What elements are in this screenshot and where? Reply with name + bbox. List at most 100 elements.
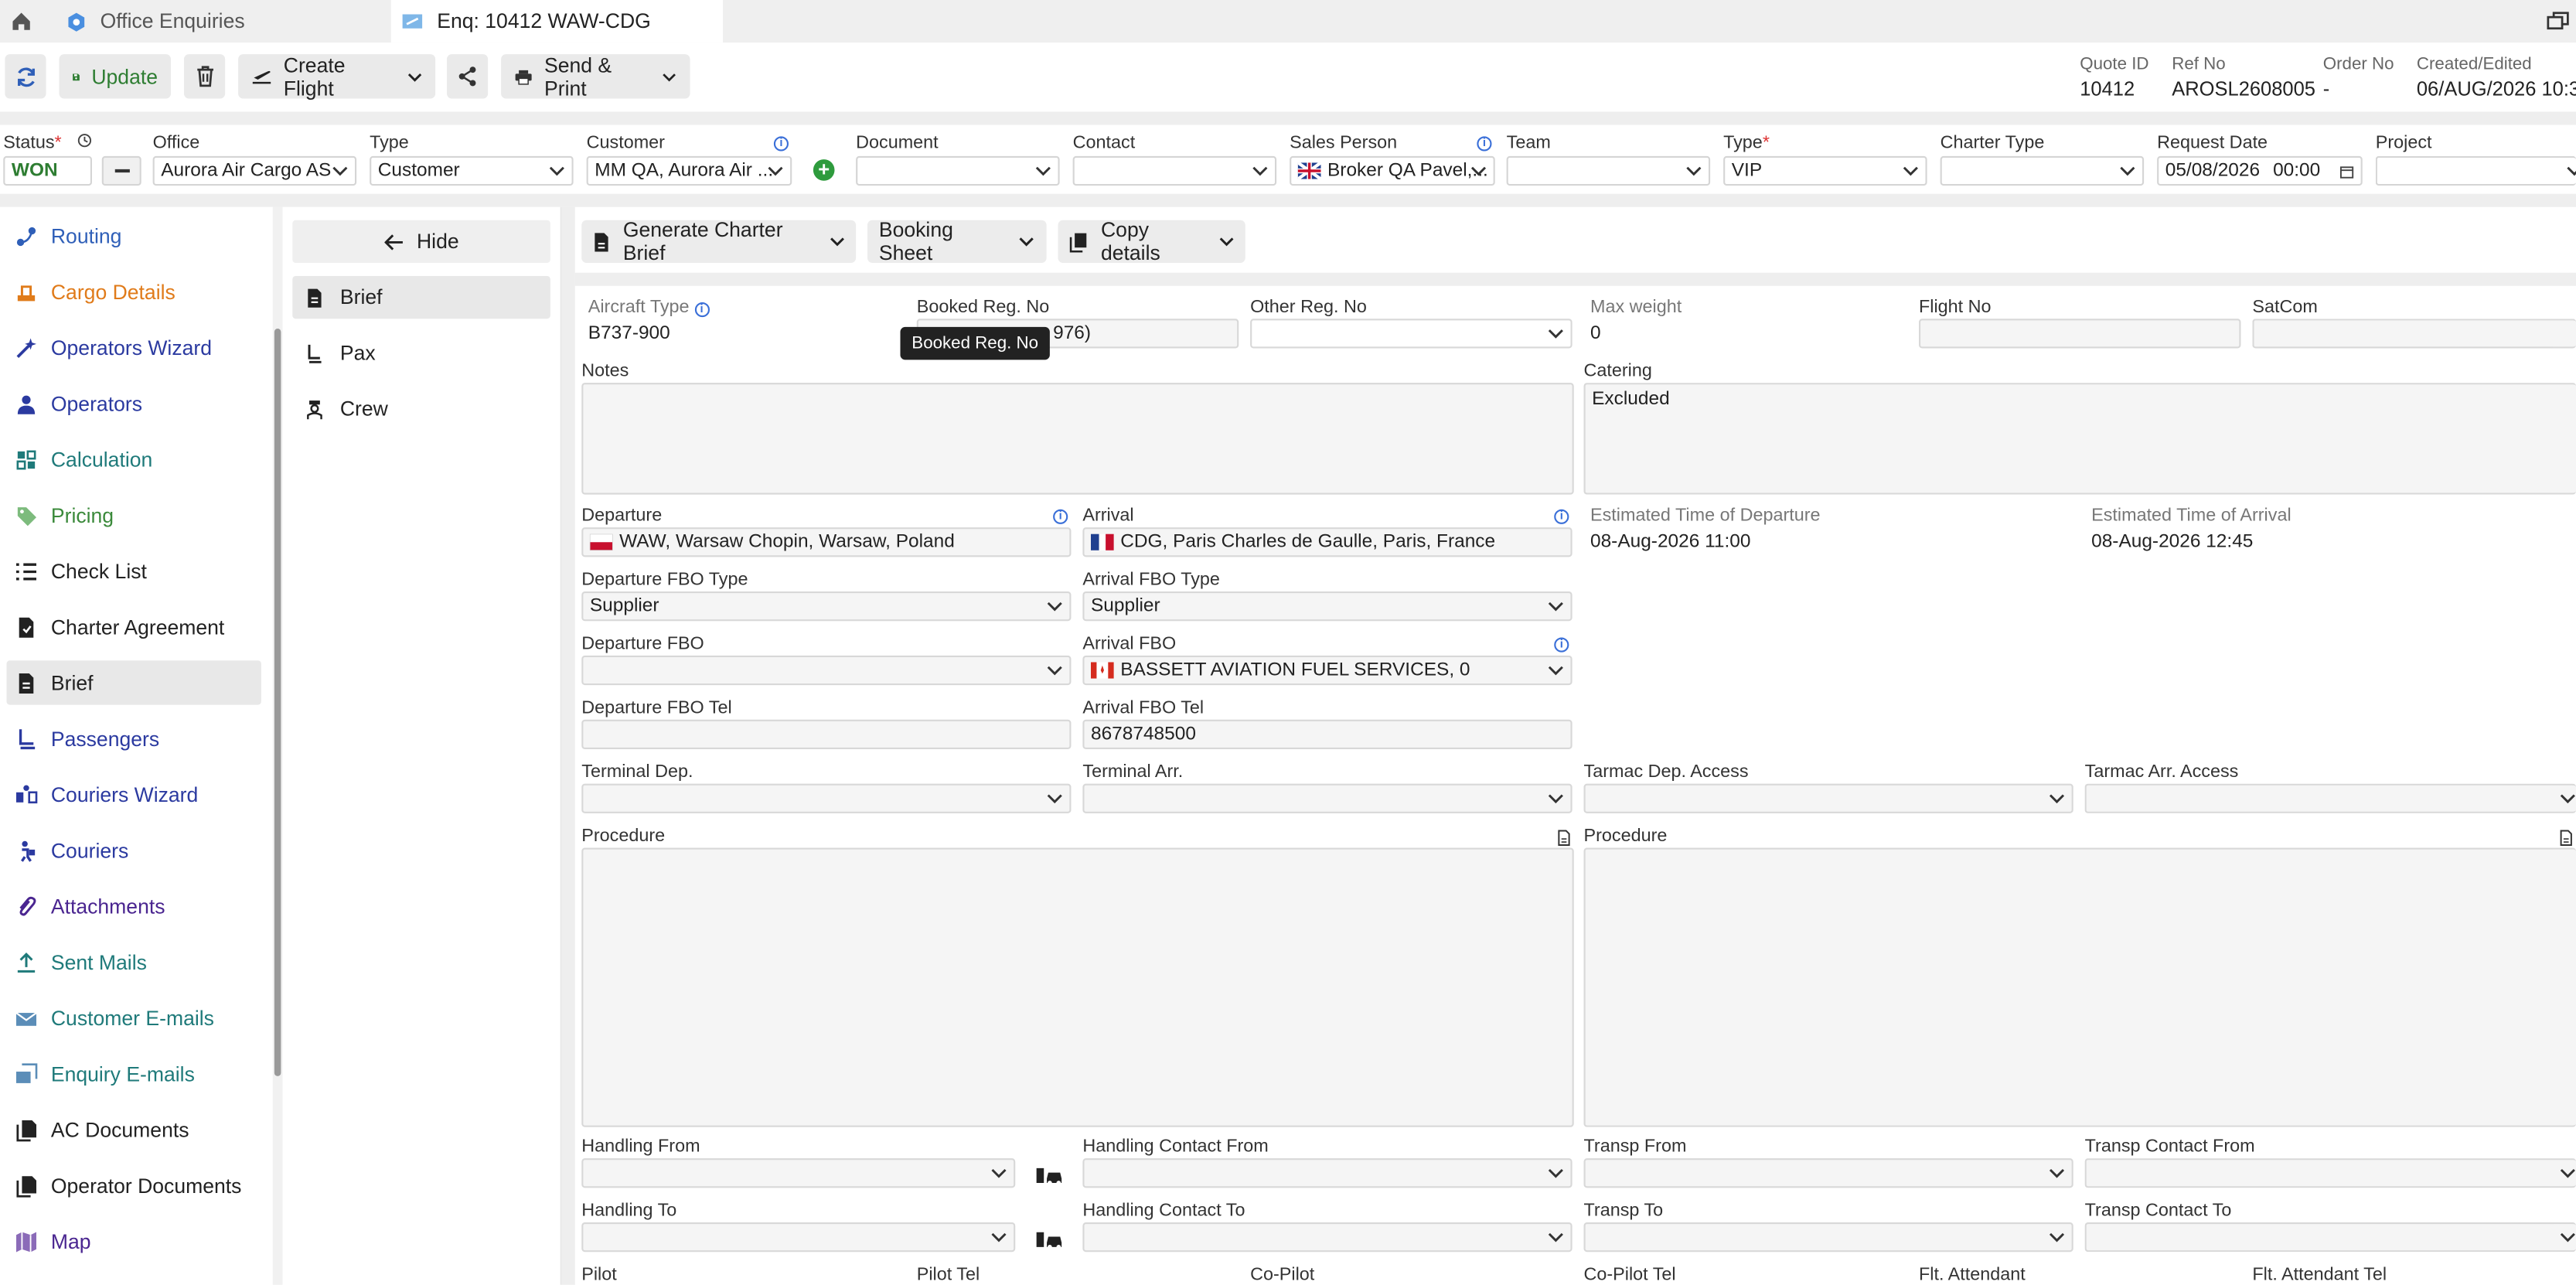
- nav-operators[interactable]: Operators: [7, 381, 261, 425]
- nav-operators-wizard[interactable]: Operators Wizard: [7, 326, 261, 370]
- document-select[interactable]: [856, 155, 1060, 186]
- tarmac-dep-select[interactable]: [1583, 783, 2073, 813]
- created-value: 06/AUG/2026 10:30: [2416, 77, 2576, 101]
- sales-person-select[interactable]: Broker QA Pavel,...: [1290, 155, 1495, 186]
- create-flight-button[interactable]: Create Flight: [238, 53, 436, 100]
- history-icon[interactable]: [77, 133, 91, 148]
- procedure-dep-textarea[interactable]: [581, 847, 1574, 1127]
- arr-fbo-type-select[interactable]: Supplier: [1082, 591, 1573, 622]
- info-icon[interactable]: i: [1554, 637, 1569, 653]
- charter-type-select[interactable]: [1940, 155, 2145, 186]
- nav-label: Couriers Wizard: [50, 782, 199, 806]
- subnav-pax[interactable]: Pax: [292, 332, 550, 374]
- refresh-button[interactable]: [5, 54, 46, 99]
- nav-ac-documents[interactable]: AC Documents: [7, 1107, 261, 1151]
- type2-select[interactable]: VIP: [1723, 155, 1927, 186]
- transp-to-select[interactable]: [1583, 1222, 2073, 1253]
- send-print-button[interactable]: Send & Print: [501, 53, 690, 100]
- contact-select[interactable]: [1072, 155, 1277, 186]
- nav-couriers[interactable]: Couriers: [7, 828, 261, 872]
- team-label: Team: [1506, 133, 1551, 153]
- request-date-input[interactable]: 05/08/2026 00:00: [2157, 155, 2363, 186]
- office-select[interactable]: Aurora Air Cargo AS: [152, 155, 357, 186]
- pdf-icon[interactable]: [2560, 830, 2573, 847]
- dep-fbo-select[interactable]: [581, 655, 1072, 686]
- copy-details-button[interactable]: Copy details: [1058, 219, 1245, 264]
- nav-enquiry-emails[interactable]: Enquiry E-mails: [7, 1052, 261, 1096]
- terminal-arr-select[interactable]: [1082, 783, 1573, 813]
- car-button[interactable]: [1028, 1158, 1069, 1191]
- info-icon[interactable]: i: [1477, 136, 1492, 152]
- notes-textarea[interactable]: [581, 383, 1574, 495]
- transp-contact-from-select[interactable]: [2084, 1158, 2576, 1188]
- info-icon[interactable]: i: [1554, 509, 1569, 524]
- procedure-arr-textarea[interactable]: [1583, 847, 2576, 1127]
- generate-charter-brief-button[interactable]: Generate Charter Brief: [581, 219, 857, 264]
- nav-map[interactable]: Map: [7, 1219, 261, 1263]
- nav-sent-mails[interactable]: Sent Mails: [7, 940, 261, 984]
- home-tab[interactable]: [10, 0, 43, 43]
- delete-button[interactable]: [184, 54, 226, 99]
- nav-pricing[interactable]: Pricing: [7, 493, 261, 537]
- arr-fbo-tel-input[interactable]: 8678748500: [1082, 719, 1573, 749]
- tab-office-enquiries[interactable]: Office Enquiries: [49, 0, 388, 43]
- info-icon[interactable]: i: [773, 136, 789, 152]
- scrollbar-thumb[interactable]: [274, 329, 281, 1076]
- transp-from-label: Transp From: [1583, 1137, 1687, 1157]
- nav-couriers-wizard[interactable]: Couriers Wizard: [7, 772, 261, 816]
- nav-customer-emails[interactable]: Customer E-mails: [7, 996, 261, 1040]
- nav-attachments[interactable]: Attachments: [7, 884, 261, 928]
- dep-fbo-type-select[interactable]: Supplier: [581, 591, 1072, 622]
- catering-textarea[interactable]: Excluded: [1583, 383, 2576, 495]
- handling-contact-from-select[interactable]: [1082, 1158, 1573, 1188]
- transp-contact-to-select[interactable]: [2084, 1222, 2576, 1253]
- update-button[interactable]: Update: [59, 54, 171, 99]
- type-select[interactable]: Customer: [370, 155, 574, 186]
- share-button[interactable]: [447, 54, 489, 99]
- project-select[interactable]: [2375, 155, 2576, 186]
- tarmac-arr-select[interactable]: [2084, 783, 2576, 813]
- subnav-crew[interactable]: Crew: [292, 388, 550, 431]
- nav-label: Operators Wizard: [50, 336, 213, 360]
- nav-passengers[interactable]: Passengers: [7, 717, 261, 761]
- eta-label: Estimated Time of Arrival: [2091, 506, 2291, 527]
- info-icon[interactable]: i: [1053, 509, 1068, 524]
- info-icon[interactable]: i: [694, 302, 710, 318]
- customer-select[interactable]: MM QA, Aurora Air ...: [586, 155, 792, 186]
- departure-field[interactable]: WAW, Warsaw Chopin, Warsaw, Poland: [581, 527, 1072, 557]
- nav-calculation[interactable]: Calculation: [7, 437, 261, 481]
- status-field[interactable]: WON: [3, 155, 92, 186]
- nav-cargo-details[interactable]: Cargo Details: [7, 270, 261, 314]
- add-customer-icon[interactable]: +: [813, 158, 835, 181]
- flight-no-input[interactable]: [1919, 319, 2241, 349]
- handling-to-select[interactable]: [581, 1222, 1016, 1253]
- map-icon: [15, 1231, 37, 1252]
- terminal-dep-select[interactable]: [581, 783, 1072, 813]
- nav-check-list[interactable]: Check List: [7, 549, 261, 593]
- chevron-down-icon: [2560, 1168, 2575, 1178]
- window-restore-button[interactable]: [2547, 0, 2576, 43]
- procedure2-label: Procedure: [1584, 827, 2576, 847]
- eta-value: 08-Aug-2026 12:45: [2091, 532, 2254, 553]
- nav-brief[interactable]: Brief: [6, 660, 261, 705]
- subnav-brief[interactable]: Brief: [292, 276, 550, 319]
- arr-fbo-select[interactable]: BASSETT AVIATION FUEL SERVICES, 0: [1082, 655, 1573, 686]
- nav-routing[interactable]: Routing: [7, 213, 261, 257]
- hide-button[interactable]: Hide: [292, 220, 550, 263]
- car-button[interactable]: [1028, 1222, 1069, 1256]
- dep-fbo-tel-input[interactable]: [581, 719, 1072, 749]
- handling-contact-to-select[interactable]: [1082, 1222, 1573, 1253]
- nav-charter-agreement[interactable]: Charter Agreement: [7, 605, 261, 649]
- pdf-icon[interactable]: [1558, 830, 1571, 847]
- tab-enquiry[interactable]: Enq: 10412 WAW-CDG: [390, 0, 723, 43]
- transp-from-select[interactable]: [1583, 1158, 2073, 1188]
- satcom-input[interactable]: [2252, 319, 2576, 349]
- status-clear-button[interactable]: [101, 155, 141, 186]
- team-select[interactable]: [1506, 155, 1711, 186]
- booking-sheet-button[interactable]: Booking Sheet: [867, 219, 1047, 264]
- calendar-icon[interactable]: [2339, 165, 2354, 179]
- arrival-field[interactable]: CDG, Paris Charles de Gaulle, Paris, Fra…: [1082, 527, 1573, 557]
- handling-from-select[interactable]: [581, 1158, 1016, 1188]
- nav-operator-documents[interactable]: Operator Documents: [7, 1164, 261, 1208]
- other-reg-select[interactable]: [1250, 319, 1573, 349]
